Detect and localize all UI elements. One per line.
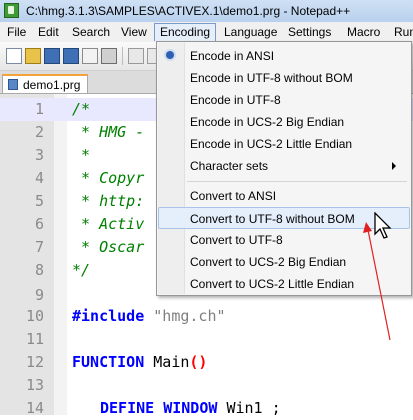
- close-icon[interactable]: [82, 48, 98, 64]
- code-text: * Oscar: [72, 238, 145, 256]
- code-line[interactable]: 13: [0, 374, 413, 397]
- menu-convert-to-ucs2-big-endian[interactable]: Convert to UCS-2 Big Endian: [158, 251, 410, 273]
- menu-edit[interactable]: Edit: [33, 24, 64, 40]
- code-paren: (): [189, 353, 208, 371]
- menu-item-label: Convert to UTF-8: [190, 233, 283, 247]
- menu-item-label: Convert to UCS-2 Little Endian: [190, 277, 355, 291]
- menu-item-label: Character sets: [190, 159, 269, 173]
- menu-encode-ansi[interactable]: Encode in ANSI: [158, 45, 410, 67]
- code-text: FUNCTION Main(): [72, 351, 207, 374]
- code-text: * HMG -: [72, 123, 145, 141]
- code-identifier: Win1 ;: [226, 399, 281, 417]
- code-string: "hmg.ch": [153, 307, 226, 325]
- open-folder-icon[interactable]: [25, 48, 41, 64]
- menu-convert-to-utf8[interactable]: Convert to UTF-8: [158, 229, 410, 251]
- menu-item-label: Convert to UCS-2 Big Endian: [190, 255, 347, 269]
- menu-encoding[interactable]: Encoding: [154, 23, 217, 41]
- code-text: * Copyr: [72, 169, 145, 187]
- menu-item-label: Encode in UCS-2 Big Endian: [190, 115, 345, 129]
- menu-item-label: Encode in UTF-8 without BOM: [190, 71, 353, 85]
- save-all-icon[interactable]: [63, 48, 79, 64]
- line-number: 7: [34, 238, 44, 256]
- menu-settings[interactable]: Settings: [283, 24, 336, 40]
- menu-convert-to-ucs2-little-endian[interactable]: Convert to UCS-2 Little Endian: [158, 273, 410, 295]
- code-text: /*: [72, 100, 91, 118]
- title-bar: C:\hmg.3.1.3\SAMPLES\ACTIVEX.1\demo1.prg…: [0, 0, 413, 23]
- line-number: 1: [34, 100, 44, 118]
- line-number: 3: [34, 146, 44, 164]
- menu-run[interactable]: Run: [389, 24, 413, 40]
- line-number: 10: [25, 307, 44, 325]
- file-icon: [8, 79, 18, 90]
- menu-macro[interactable]: Macro: [342, 24, 385, 40]
- submenu-arrow-icon: [392, 162, 396, 170]
- code-text: * http:: [72, 192, 145, 210]
- code-text: * Activ: [72, 215, 145, 233]
- save-icon[interactable]: [44, 48, 60, 64]
- line-number: 13: [25, 376, 44, 394]
- menu-item-label: Encode in UTF-8: [190, 93, 281, 107]
- print-icon[interactable]: [101, 48, 117, 64]
- menu-item-label: Encode in ANSI: [190, 49, 275, 63]
- code-keyword: DEFINE WINDOW: [100, 399, 218, 417]
- menu-convert-to-ansi[interactable]: Convert to ANSI: [158, 185, 410, 207]
- menu-item-label: Convert to UTF-8 without BOM: [190, 212, 355, 226]
- encoding-dropdown-menu: Encode in ANSI Encode in UTF-8 without B…: [156, 41, 412, 296]
- line-number: 9: [34, 286, 44, 304]
- menu-language[interactable]: Language: [219, 24, 282, 40]
- menu-encode-utf8-without-bom[interactable]: Encode in UTF-8 without BOM: [158, 67, 410, 89]
- code-line[interactable]: 12 FUNCTION Main(): [0, 351, 413, 374]
- menu-item-label: Encode in UCS-2 Little Endian: [190, 137, 353, 151]
- menu-character-sets[interactable]: Character sets: [158, 155, 410, 177]
- code-text: *: [72, 146, 91, 164]
- menu-encode-ucs2-big-endian[interactable]: Encode in UCS-2 Big Endian: [158, 111, 410, 133]
- code-keyword: #include: [72, 307, 145, 325]
- line-number: 6: [34, 215, 44, 233]
- menu-file[interactable]: File: [2, 24, 31, 40]
- menu-view[interactable]: View: [116, 24, 152, 40]
- code-line[interactable]: 14 DEFINE WINDOW Win1 ;: [0, 397, 413, 420]
- line-number: 2: [34, 123, 44, 141]
- tab-label: demo1.prg: [23, 78, 81, 92]
- toolbar-separator: [122, 47, 123, 65]
- menu-item-label: Convert to ANSI: [190, 189, 277, 203]
- line-number: 8: [34, 261, 44, 279]
- mouse-cursor-icon: [374, 212, 392, 239]
- menu-bar: File Edit Search View Encoding Language …: [0, 22, 413, 43]
- code-line[interactable]: 10 #include "hmg.ch": [0, 305, 413, 328]
- code-line[interactable]: 11: [0, 328, 413, 351]
- code-text: #include "hmg.ch": [72, 305, 226, 328]
- cut-icon[interactable]: [128, 48, 144, 64]
- line-number: 11: [25, 330, 44, 348]
- menu-encode-ucs2-little-endian[interactable]: Encode in UCS-2 Little Endian: [158, 133, 410, 155]
- radio-selected-icon: [166, 51, 174, 59]
- menu-separator: [187, 181, 407, 182]
- line-number: 14: [25, 399, 44, 417]
- code-text: */: [72, 261, 91, 279]
- menu-convert-to-utf8-without-bom[interactable]: Convert to UTF-8 without BOM: [158, 207, 410, 229]
- tab-demo1-prg[interactable]: demo1.prg: [2, 74, 88, 93]
- line-number: 4: [34, 169, 44, 187]
- code-text: DEFINE WINDOW Win1 ;: [100, 397, 281, 420]
- code-identifier: Main: [153, 353, 190, 371]
- code-keyword: FUNCTION: [72, 353, 145, 371]
- menu-search[interactable]: Search: [67, 24, 115, 40]
- line-number: 5: [34, 192, 44, 210]
- notepad-plus-plus-icon: [4, 3, 19, 18]
- menu-encode-utf8[interactable]: Encode in UTF-8: [158, 89, 410, 111]
- line-number: 12: [25, 353, 44, 371]
- window-title: C:\hmg.3.1.3\SAMPLES\ACTIVEX.1\demo1.prg…: [26, 4, 351, 18]
- new-file-icon[interactable]: [6, 48, 22, 64]
